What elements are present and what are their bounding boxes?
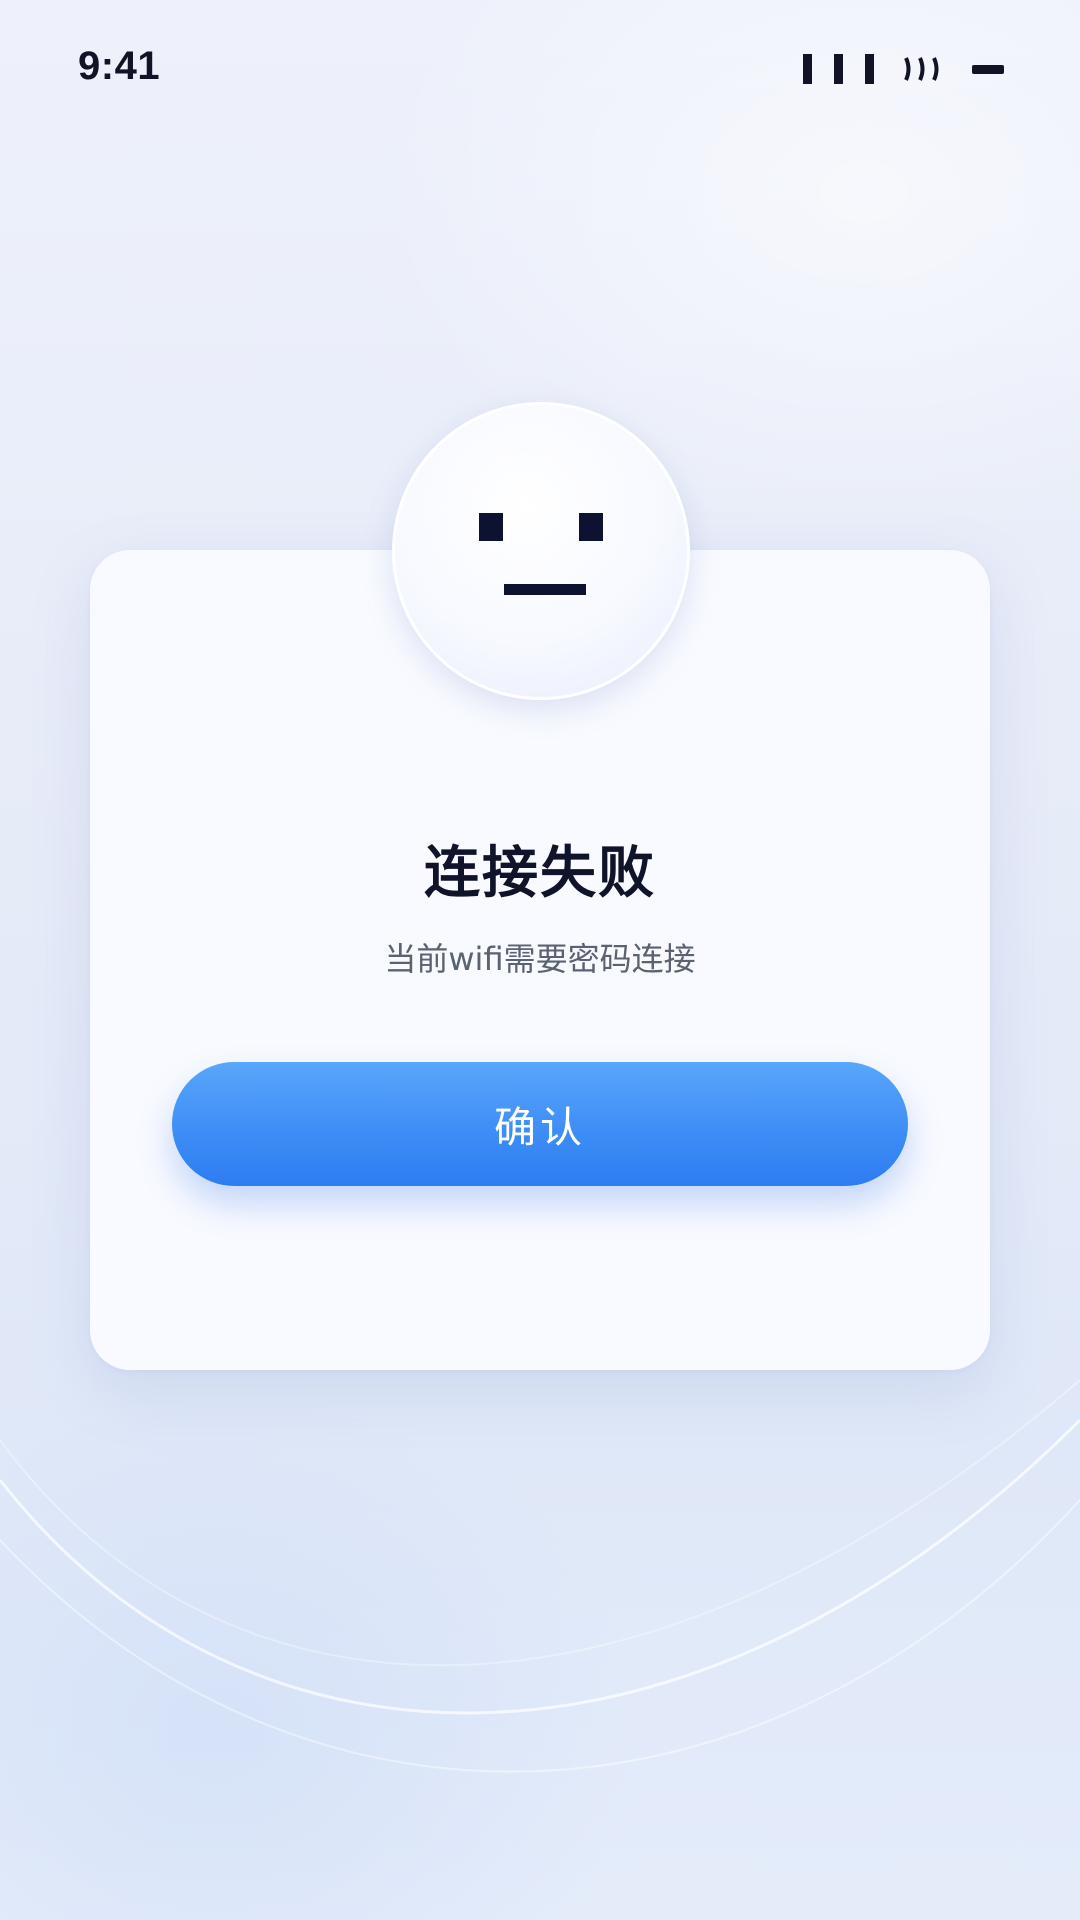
battery-icon [972, 64, 1004, 74]
confirm-button[interactable]: 确认 [172, 1062, 908, 1186]
neutral-face-icon [392, 402, 690, 700]
left-eye [479, 513, 503, 541]
right-eye [579, 513, 603, 541]
status-time: 9:41 [78, 44, 161, 88]
mouth [504, 584, 586, 595]
dialog-message: 当前wifi需要密码连接 [384, 940, 696, 978]
dialog-title: 连接失败 [424, 841, 656, 906]
confirm-button-label: 确认 [493, 1102, 586, 1152]
signal-icon [803, 54, 874, 84]
background-swoosh [0, 1380, 1080, 1773]
status-icons [803, 52, 1004, 86]
wifi-icon [904, 57, 939, 81]
status-bar: 9:41 [0, 0, 1080, 140]
